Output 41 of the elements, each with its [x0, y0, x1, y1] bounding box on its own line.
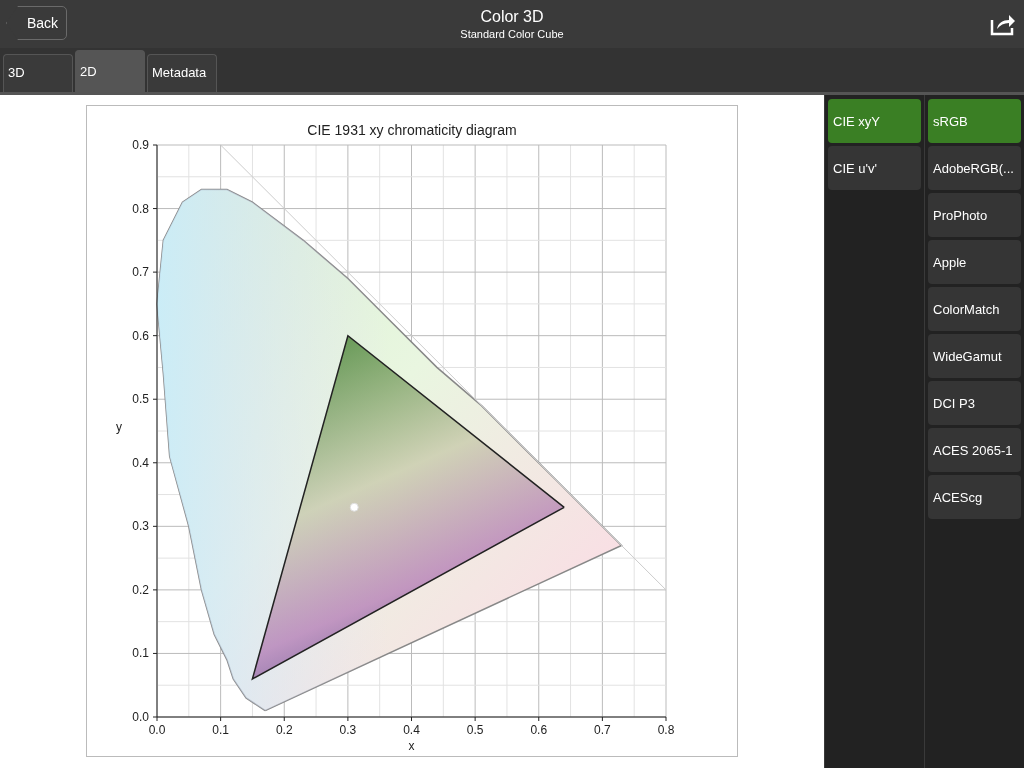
y-tick-label: 0.7	[132, 265, 149, 280]
y-axis-label: y	[116, 420, 122, 434]
tab[interactable]: 3D	[3, 54, 73, 92]
color-space-item[interactable]: ProPhoto	[928, 193, 1021, 237]
tab[interactable]: Metadata	[147, 54, 217, 92]
illuminant-point	[349, 502, 359, 512]
x-tick-label: 0.5	[466, 723, 484, 737]
y-tick-label: 0.2	[132, 582, 149, 597]
app-title: Color 3D	[480, 8, 544, 26]
diagram-type-item[interactable]: CIE u'v'	[828, 146, 921, 190]
color-space-item[interactable]: sRGB	[928, 99, 1021, 143]
x-tick-label: 0.2	[275, 723, 293, 737]
chart-title: CIE 1931 xy chromaticity diagram	[307, 122, 517, 138]
y-tick-label: 0.5	[132, 392, 149, 407]
tab[interactable]: 2D	[75, 50, 145, 92]
y-tick-label: 0.1	[132, 646, 149, 661]
document-subtitle: Standard Color Cube	[460, 28, 564, 40]
x-tick-label: 0.7	[594, 723, 611, 737]
x-tick-label: 0.4	[403, 723, 420, 737]
color-space-item[interactable]: AdobeRGB(...	[928, 146, 1021, 190]
share-icon[interactable]	[990, 12, 1016, 36]
color-space-item[interactable]: WideGamut	[928, 334, 1021, 378]
x-tick-label: 0.3	[339, 723, 357, 737]
color-space-item[interactable]: ACES 2065-1	[928, 428, 1021, 472]
color-space-item[interactable]: DCI P3	[928, 381, 1021, 425]
back-button[interactable]: Back	[6, 6, 68, 40]
y-tick-label: 0.6	[132, 328, 149, 343]
x-axis-label: x	[408, 739, 415, 753]
y-tick-label: 0.3	[132, 519, 149, 534]
x-tick-label: 0.0	[148, 723, 166, 737]
y-tick-label: 0.0	[132, 710, 149, 724]
x-tick-label: 0.8	[657, 723, 675, 737]
color-space-item[interactable]: ColorMatch	[928, 287, 1021, 331]
y-tick-label: 0.8	[132, 201, 149, 216]
color-space-item[interactable]: ACEScg	[928, 475, 1021, 519]
color-space-item[interactable]: Apple	[928, 240, 1021, 284]
x-tick-label: 0.6	[530, 723, 548, 737]
y-tick-label: 0.9	[132, 138, 149, 152]
x-tick-label: 0.1	[212, 723, 229, 737]
y-tick-label: 0.4	[132, 455, 149, 470]
diagram-type-item[interactable]: CIE xyY	[828, 99, 921, 143]
